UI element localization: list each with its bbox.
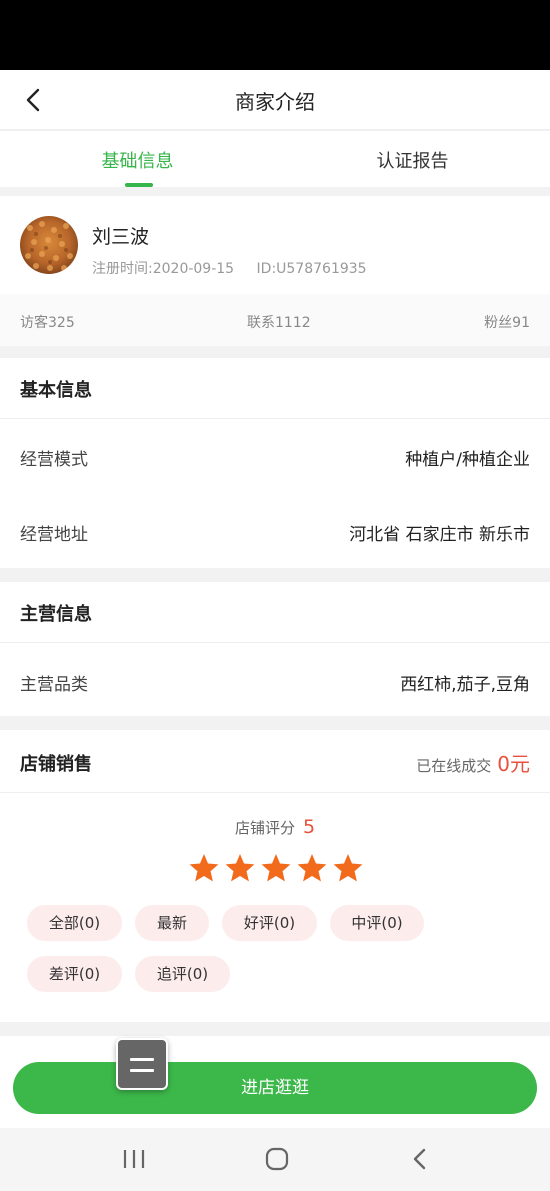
star-icon <box>297 854 327 882</box>
divider <box>0 792 550 793</box>
recent-apps-button[interactable] <box>114 1144 154 1174</box>
status-bar <box>0 0 550 70</box>
merchant-name: 刘三波 <box>92 226 150 248</box>
system-back-icon <box>413 1148 426 1170</box>
store-sales-section: 店铺销售 已在线成交 0元 店铺评分 5 全部(0) 最新 好评(0) 中评(0) … <box>0 730 550 1022</box>
section-title: 基本信息 <box>20 380 92 401</box>
register-time: 注册时间:2020-09-15 <box>92 261 235 277</box>
divider <box>0 642 550 643</box>
star-icon <box>225 854 255 882</box>
rating-stars <box>188 852 368 886</box>
main-category-label: 主营品类 <box>20 675 88 695</box>
tab-basic-info[interactable]: 基础信息 <box>0 147 275 173</box>
online-deals-label: 已在线成交 <box>416 757 492 775</box>
home-button[interactable] <box>257 1144 297 1174</box>
business-mode-value: 种植户/种植企业 <box>405 450 530 470</box>
tab-bar: 基础信息 认证报告 <box>0 131 550 187</box>
merchant-profile-card: 刘三波 注册时间:2020-09-15 ID:U578761935 <box>0 196 550 294</box>
system-back-button[interactable] <box>400 1144 440 1174</box>
business-mode-label: 经营模式 <box>20 450 88 470</box>
star-icon <box>333 854 363 882</box>
business-address-label: 经营地址 <box>20 525 88 545</box>
system-navigation-bar <box>0 1128 550 1191</box>
store-score: 店铺评分 5 <box>0 816 550 838</box>
filter-all[interactable]: 全部(0) <box>27 905 122 941</box>
store-score-label: 店铺评分 <box>234 819 295 837</box>
avatar[interactable] <box>20 216 78 274</box>
merchant-id: ID:U578761935 <box>256 261 367 277</box>
online-deals: 已在线成交 0元 <box>416 748 530 777</box>
floating-menu-button[interactable] <box>116 1038 168 1090</box>
filter-positive[interactable]: 好评(0) <box>222 905 317 941</box>
filter-negative[interactable]: 差评(0) <box>27 956 122 992</box>
contact-count: 联系1112 <box>247 315 311 331</box>
navigation-bar: 商家介绍 <box>0 70 550 130</box>
merchant-stats: 访客325 联系1112 粉丝91 <box>0 294 550 346</box>
filter-follow-up[interactable]: 追评(0) <box>135 956 230 992</box>
basic-info-section: 基本信息 经营模式 种植户/种植企业 经营地址 河北省 石家庄市 新乐市 <box>0 358 550 568</box>
filter-neutral[interactable]: 中评(0) <box>330 905 424 941</box>
main-business-section: 主营信息 主营品类 西红柿,茄子,豆角 <box>0 582 550 716</box>
online-deals-amount: 0元 <box>497 752 530 776</box>
recent-apps-icon <box>123 1150 145 1168</box>
main-category-value: 西红柿,茄子,豆角 <box>400 675 530 695</box>
divider <box>0 418 550 419</box>
active-tab-indicator <box>125 183 153 187</box>
store-score-value: 5 <box>302 816 316 838</box>
filter-latest[interactable]: 最新 <box>135 905 209 941</box>
page-title: 商家介绍 <box>235 90 315 114</box>
home-icon <box>265 1147 289 1171</box>
star-icon <box>261 854 291 882</box>
business-address-value: 河北省 石家庄市 新乐市 <box>349 525 530 545</box>
tab-certification-report[interactable]: 认证报告 <box>275 147 550 173</box>
visit-store-button[interactable]: 进店逛逛 <box>13 1062 537 1114</box>
section-title: 店铺销售 <box>20 754 92 775</box>
visitor-count: 访客325 <box>20 315 75 331</box>
merchant-meta: 注册时间:2020-09-15 ID:U578761935 <box>92 258 385 278</box>
section-title: 主营信息 <box>20 604 92 625</box>
star-icon <box>189 854 219 882</box>
fan-count: 粉丝91 <box>484 315 530 331</box>
